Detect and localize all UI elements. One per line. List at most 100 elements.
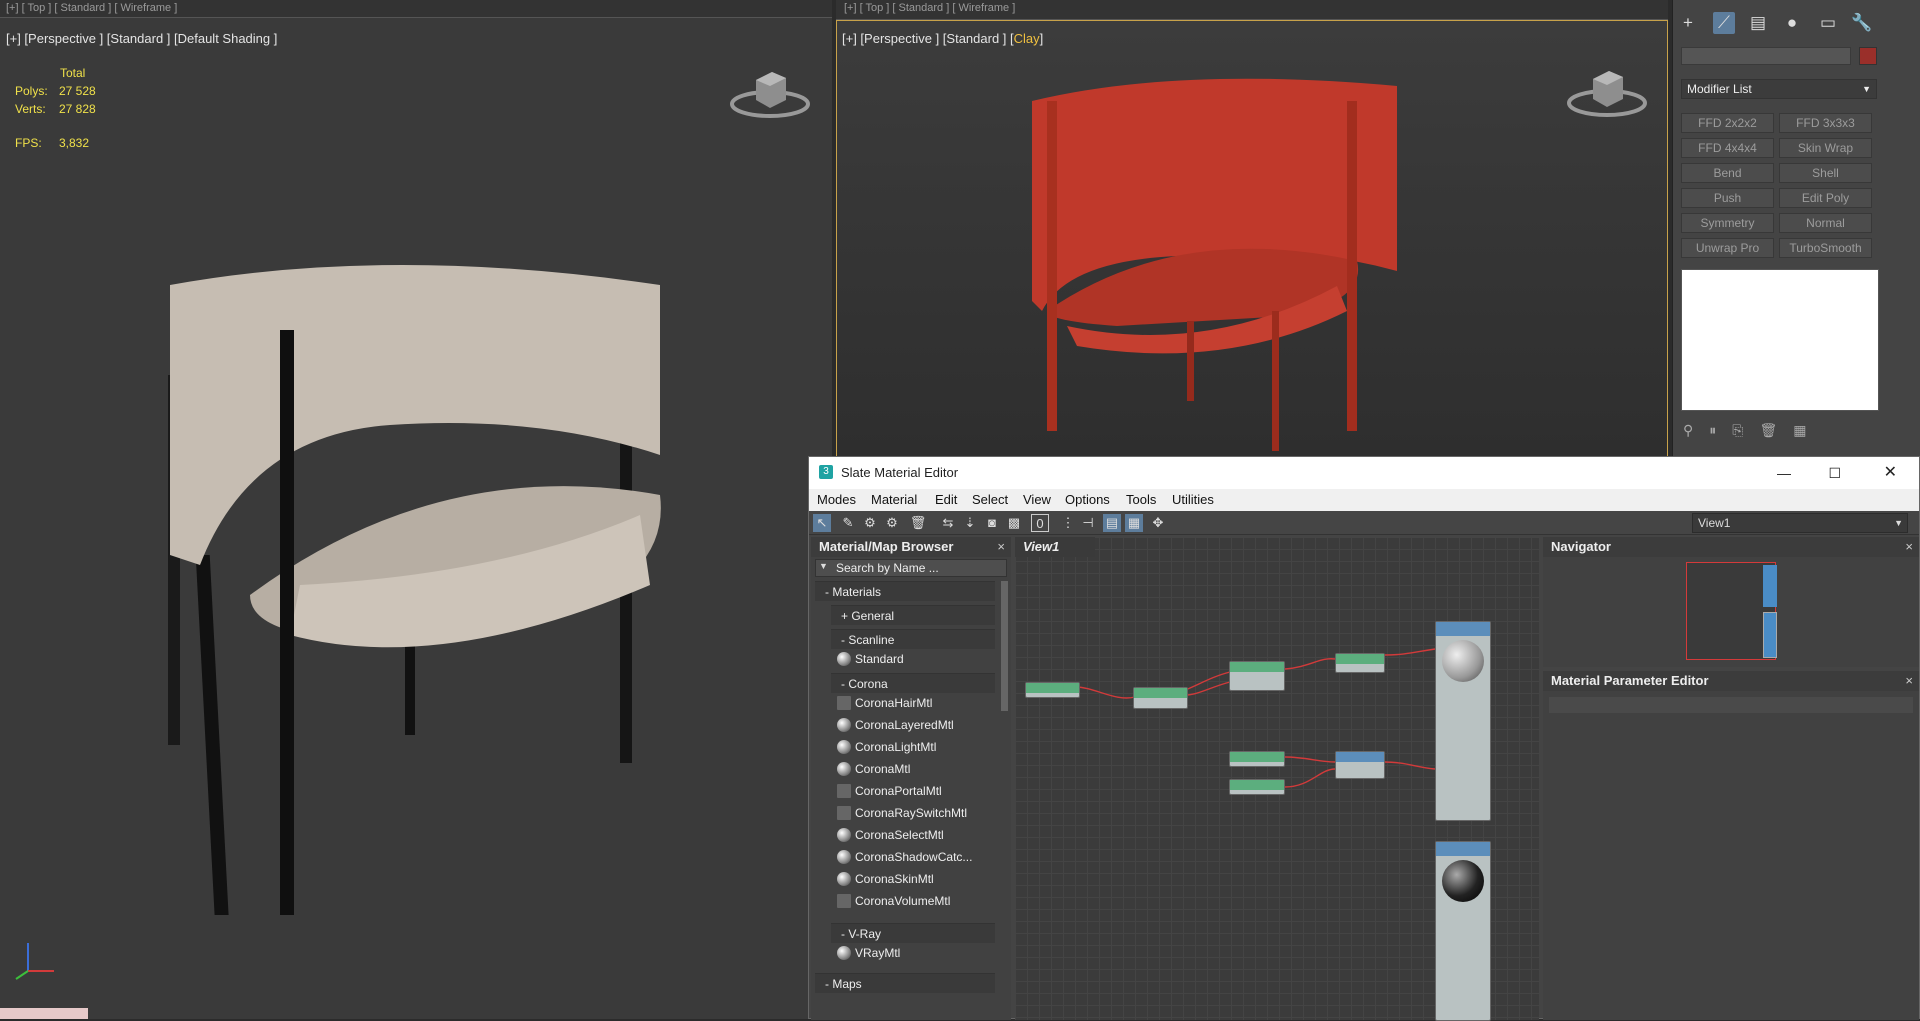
show-background-icon[interactable]: ▩ xyxy=(1005,514,1023,532)
menu-select[interactable]: Select xyxy=(972,492,1008,507)
list-item-corona[interactable]: CoronaLayeredMtl xyxy=(831,715,995,735)
display-tab-icon[interactable]: ▭ xyxy=(1817,12,1839,34)
hide-unused-icon[interactable]: ⇣ xyxy=(961,514,979,532)
list-item-corona[interactable]: CoronaPortalMtl xyxy=(831,781,995,801)
group-maps[interactable]: - Maps xyxy=(815,973,995,993)
shading-mode-label[interactable]: Clay xyxy=(1014,31,1040,46)
group-scanline[interactable]: - Scanline xyxy=(831,629,995,649)
modifier-button[interactable]: FFD 2x2x2 xyxy=(1681,113,1774,133)
search-dropdown-icon[interactable]: ▼ xyxy=(819,561,828,571)
close-icon[interactable]: × xyxy=(1905,671,1913,691)
create-tab-icon[interactable]: + xyxy=(1677,12,1699,34)
chair-model-beige[interactable] xyxy=(140,255,680,915)
group-general[interactable]: + General xyxy=(831,605,995,625)
list-item-corona[interactable]: CoronaSelectMtl xyxy=(831,825,995,845)
viewport-right[interactable]: [+] [Perspective ] [Standard ] [Clay] xyxy=(836,20,1668,458)
node-map-bump[interactable] xyxy=(1229,779,1285,795)
hierarchy-tab-icon[interactable]: ▤ xyxy=(1747,12,1769,34)
menu-modes[interactable]: Modes xyxy=(817,492,856,507)
search-input[interactable]: Search by Name ... xyxy=(815,559,1007,577)
stack-toolbar[interactable]: ⚲⏸⎘🗑▦ xyxy=(1683,422,1822,439)
select-tool-icon[interactable]: ↖ xyxy=(813,514,831,532)
list-item-standard[interactable]: Standard xyxy=(831,649,995,669)
close-icon[interactable]: × xyxy=(1905,537,1913,557)
layout-all-icon[interactable]: ⋮ xyxy=(1059,514,1077,532)
viewport-label[interactable]: [+] [Perspective ] [Standard ] [Default … xyxy=(6,31,277,46)
group-corona[interactable]: - Corona xyxy=(831,673,995,693)
param-editor-field[interactable] xyxy=(1549,697,1913,713)
node-color-correct-2[interactable] xyxy=(1335,653,1385,673)
move-children-icon[interactable]: ⇆ xyxy=(939,514,957,532)
node-map-normal[interactable] xyxy=(1229,751,1285,767)
menu-view[interactable]: View xyxy=(1023,492,1051,507)
list-item-label: CoronaVolumeMtl xyxy=(855,894,951,908)
assign-material-icon[interactable]: ⚙ xyxy=(883,514,901,532)
group-materials[interactable]: - Materials xyxy=(815,581,995,601)
viewport-right-label[interactable]: [+] [Perspective ] [Standard ] [Clay] xyxy=(842,31,1043,46)
group-vray[interactable]: - V-Ray xyxy=(831,923,995,943)
modify-tab-icon[interactable]: ⟋ xyxy=(1713,12,1735,34)
close-icon[interactable]: × xyxy=(997,537,1005,557)
view-select-dropdown[interactable]: View1 ▼ xyxy=(1692,513,1908,533)
material-sphere-icon xyxy=(837,784,851,798)
material-id-icon[interactable]: 0 xyxy=(1031,514,1049,532)
toggle-browser-icon[interactable]: ▤ xyxy=(1103,514,1121,532)
modifier-button[interactable]: FFD 3x3x3 xyxy=(1779,113,1872,133)
list-item-corona[interactable]: CoronaVolumeMtl xyxy=(831,891,995,911)
modifier-button[interactable]: FFD 4x4x4 xyxy=(1681,138,1774,158)
select-by-material-icon[interactable]: ✥ xyxy=(1149,514,1167,532)
toggle-params-icon[interactable]: ▦ xyxy=(1125,514,1143,532)
menu-options[interactable]: Options xyxy=(1065,492,1110,507)
node-color-correct[interactable] xyxy=(1133,687,1188,709)
node-view[interactable]: View1 xyxy=(1015,537,1539,1021)
modifier-button[interactable]: TurboSmooth xyxy=(1779,238,1872,258)
viewcube-icon[interactable] xyxy=(728,62,812,122)
modifier-button[interactable]: Edit Poly xyxy=(1779,188,1872,208)
modifier-list-dropdown[interactable]: Modifier List ▼ xyxy=(1681,79,1877,99)
browser-scrollbar[interactable] xyxy=(1001,581,1008,711)
menu-edit[interactable]: Edit xyxy=(935,492,957,507)
list-item-corona[interactable]: CoronaShadowCatc... xyxy=(831,847,995,867)
list-item-corona[interactable]: CoronaSkinMtl xyxy=(831,869,995,889)
utilities-tab-icon[interactable]: 🔧 xyxy=(1851,12,1873,34)
maximize-icon[interactable]: ☐ xyxy=(1828,457,1841,489)
modifier-stack[interactable] xyxy=(1681,269,1879,411)
motion-tab-icon[interactable]: ● xyxy=(1781,12,1803,34)
modifier-button[interactable]: Bend xyxy=(1681,163,1774,183)
menu-utilities[interactable]: Utilities xyxy=(1172,492,1214,507)
modifier-button[interactable]: Shell xyxy=(1779,163,1872,183)
slate-material-editor[interactable]: 3 Slate Material Editor — ☐ ✕ Modes Mate… xyxy=(808,456,1920,1021)
object-color-swatch[interactable] xyxy=(1859,47,1877,65)
pick-material-icon[interactable]: ✎ xyxy=(839,514,857,532)
delete-icon[interactable]: 🗑 xyxy=(909,514,927,532)
node-corona-mtl-main[interactable] xyxy=(1435,621,1491,821)
put-material-icon[interactable]: ⚙ xyxy=(861,514,879,532)
modifier-button[interactable]: Push xyxy=(1681,188,1774,208)
modifier-button[interactable]: Normal xyxy=(1779,213,1872,233)
node-map-texture[interactable] xyxy=(1025,682,1080,698)
viewport-left[interactable]: [+] [ Top ] [ Standard ] [ Wireframe ] [… xyxy=(0,0,832,1019)
list-item-corona[interactable]: CoronaMtl xyxy=(831,759,995,779)
show-map-icon[interactable]: ◙ xyxy=(983,514,1001,532)
minimize-icon[interactable]: — xyxy=(1777,457,1791,489)
modifier-button[interactable]: Skin Wrap xyxy=(1779,138,1872,158)
list-item-vraymtl[interactable]: VRayMtl xyxy=(831,943,995,963)
object-name-field[interactable] xyxy=(1681,47,1851,65)
axis-tripod-icon xyxy=(15,943,54,980)
modifier-button[interactable]: Unwrap Pro xyxy=(1681,238,1774,258)
list-item-corona[interactable]: CoronaHairMtl xyxy=(831,693,995,713)
chair-model-red[interactable] xyxy=(1027,71,1407,461)
node-corona-mtl-dark[interactable] xyxy=(1435,841,1491,1021)
slate-title-bar[interactable]: 3 Slate Material Editor — ☐ ✕ xyxy=(809,457,1919,489)
node-falloff[interactable] xyxy=(1229,661,1285,691)
chevron-down-icon: ▼ xyxy=(1894,518,1903,528)
list-item-corona[interactable]: CoronaLightMtl xyxy=(831,737,995,757)
modifier-button[interactable]: Symmetry xyxy=(1681,213,1774,233)
node-corona-normal[interactable] xyxy=(1335,751,1385,779)
viewcube-icon[interactable] xyxy=(1565,61,1649,121)
close-icon[interactable]: ✕ xyxy=(1884,457,1897,489)
layout-children-icon[interactable]: ⊣ xyxy=(1079,514,1097,532)
menu-material[interactable]: Material xyxy=(871,492,917,507)
menu-tools[interactable]: Tools xyxy=(1126,492,1156,507)
list-item-corona[interactable]: CoronaRaySwitchMtl xyxy=(831,803,995,823)
